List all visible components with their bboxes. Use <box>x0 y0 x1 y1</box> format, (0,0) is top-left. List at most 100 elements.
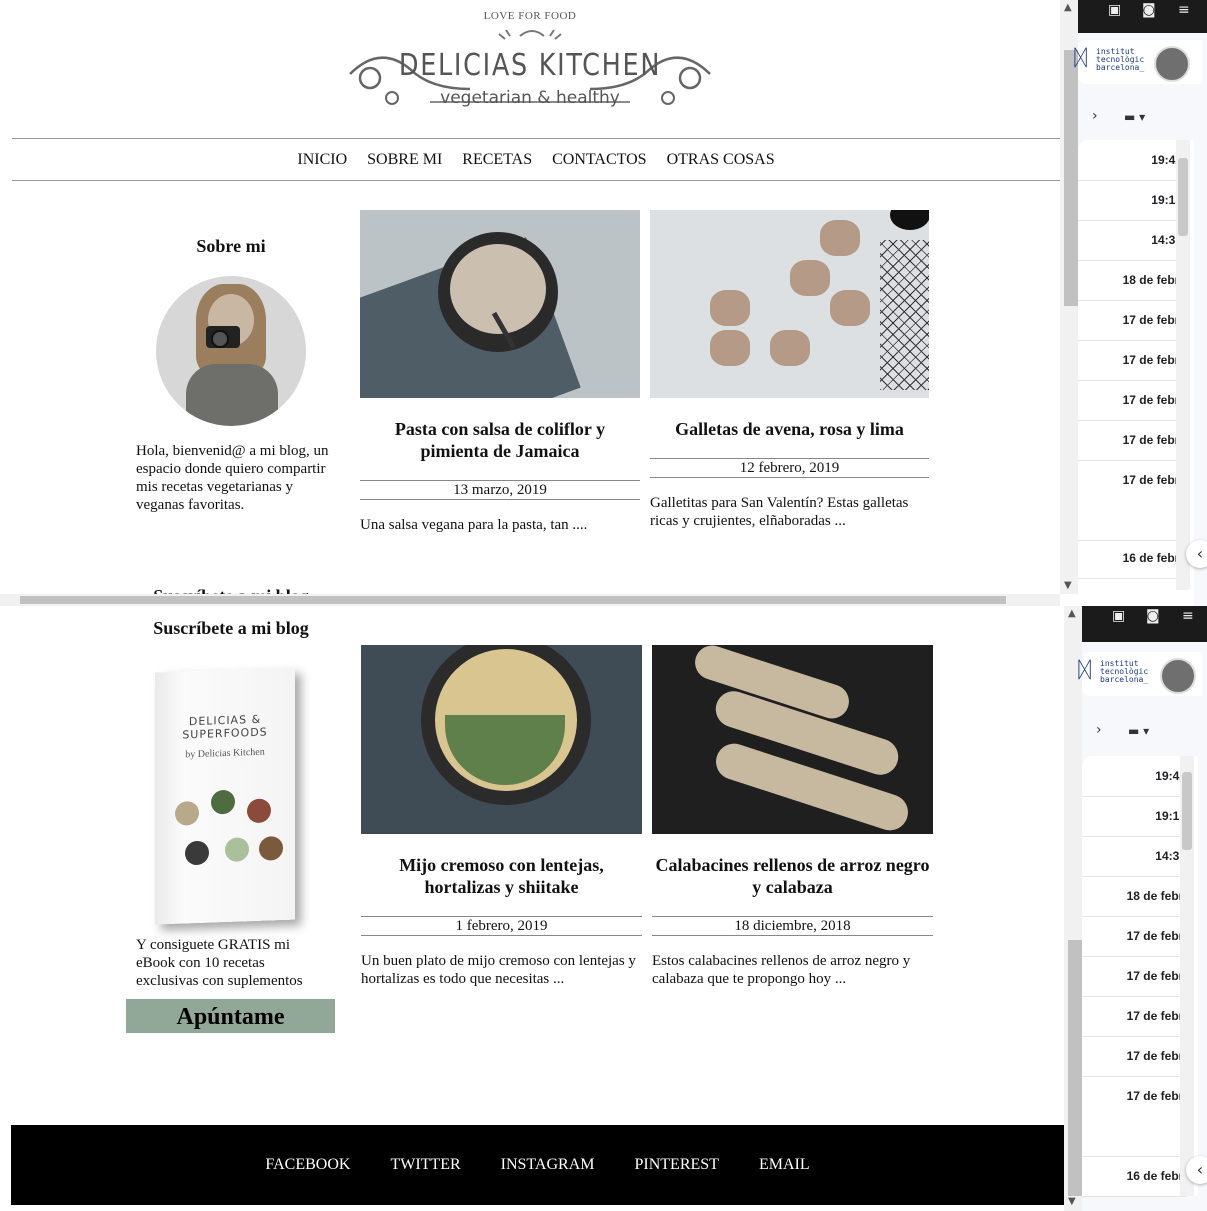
message-time[interactable]: 17 de febr. <box>1078 380 1182 421</box>
post-date: 13 marzo, 2019 <box>360 480 640 500</box>
scrollbar-thumb[interactable] <box>1064 50 1078 306</box>
message-time[interactable]: 19:15 <box>1082 796 1186 837</box>
scroll-up-arrow-icon[interactable]: ▲ <box>1068 608 1076 619</box>
message-time[interactable]: 17 de febr. <box>1082 916 1186 957</box>
post-date: 1 febrero, 2019 <box>361 916 642 936</box>
side-panel-scrollbar[interactable] <box>1176 140 1190 590</box>
org-name: institut tecnològic barcelona_ <box>1096 47 1145 72</box>
message-time[interactable]: 19:15 <box>1078 180 1182 221</box>
side-panel-scroll-thumb[interactable] <box>1182 772 1192 850</box>
reader-icon[interactable]: ◙ <box>1146 608 1160 624</box>
keyboard-icon[interactable]: ▬ ▾ <box>1128 724 1149 738</box>
footer-twitter[interactable]: TWITTER <box>390 1156 460 1174</box>
post-date: 18 diciembre, 2018 <box>652 916 933 936</box>
message-time[interactable]: 14:31 <box>1078 220 1182 261</box>
logo-brand-name: DELICIAS KITCHEN <box>398 48 662 83</box>
reader-icon[interactable]: ◙ <box>1142 2 1156 18</box>
side-panel-scroll-thumb[interactable] <box>1178 158 1188 236</box>
side-panel-toolbar: ▣ ◙ ≡ <box>1082 606 1207 642</box>
ebook-cover[interactable]: DELICIAS & SUPERFOODS by Delicias Kitche… <box>155 667 295 925</box>
site-footer: FACEBOOK TWITTER INSTAGRAM PINTEREST EMA… <box>11 1125 1064 1205</box>
site-logo[interactable]: LOVE FOR FOOD DELICIAS KITCHEN vegetaria… <box>330 6 730 126</box>
post-title[interactable]: Mijo cremoso con lentejas, hortalizas y … <box>361 854 642 898</box>
itb-logo-icon: ᛞ <box>1074 46 1088 71</box>
subscribe-title: Suscríbete a mi blog <box>153 618 309 638</box>
message-time[interactable]: 18 de febr. <box>1082 876 1186 917</box>
page-vertical-scrollbar[interactable]: ▲ ▼ <box>1064 606 1082 1211</box>
keyboard-icon[interactable]: ▬ ▾ <box>1124 110 1145 124</box>
post-image-pasta[interactable] <box>360 210 640 398</box>
post-image-calabacines[interactable] <box>652 645 933 834</box>
footer-pinterest[interactable]: PINTEREST <box>634 1156 718 1174</box>
browser-window-top: LOVE FOR FOOD DELICIAS KITCHEN vegetaria… <box>0 0 1207 606</box>
message-time[interactable]: 17 de febr. <box>1082 1076 1186 1157</box>
post-excerpt: Una salsa vegana para la pasta, tan .... <box>360 517 588 533</box>
nav-inicio[interactable]: INICIO <box>297 151 347 169</box>
side-panel: ▣ ◙ ≡ ᛞ institut tecnològic barcelona_ ›… <box>1074 0 1207 606</box>
post-date: 12 febrero, 2019 <box>650 458 929 478</box>
post-excerpt: Galletitas para San Valentín? Estas gall… <box>650 495 909 529</box>
message-time[interactable]: 18 de febr. <box>1078 260 1182 301</box>
post-title[interactable]: Pasta con salsa de coliflor y pimienta d… <box>360 418 640 462</box>
nav-otras-cosas[interactable]: OTRAS COSAS <box>667 151 775 169</box>
message-time[interactable]: 16 de febr. <box>1078 538 1182 579</box>
about-title: Sobre mi <box>196 236 266 256</box>
side-panel: ▣ ◙ ≡ ᛞ institut tecnològic barcelona_ ›… <box>1078 606 1207 1211</box>
tab-icon[interactable]: ▣ <box>1108 2 1121 18</box>
post-title[interactable]: Calabacines rellenos de arroz negro y ca… <box>652 854 933 898</box>
org-name: institut tecnològic barcelona_ <box>1100 659 1149 684</box>
profile-avatar[interactable] <box>1154 46 1190 82</box>
ebook-text: Y consiguete GRATIS mi eBook con 10 rece… <box>136 937 303 989</box>
side-panel-toolbar: ▣ ◙ ≡ <box>1078 0 1207 33</box>
main-nav: INICIO SOBRE MI RECETAS CONTACTOS OTRAS … <box>12 138 1060 181</box>
nav-contactos[interactable]: CONTACTOS <box>552 151 646 169</box>
footer-email[interactable]: EMAIL <box>759 1156 810 1174</box>
profile-avatar[interactable] <box>1160 658 1196 694</box>
tab-icon[interactable]: ▣ <box>1112 608 1125 624</box>
message-time[interactable]: 17 de febr. <box>1078 420 1182 461</box>
hscroll-thumb[interactable] <box>20 596 1006 604</box>
collapse-panel-icon[interactable]: ‹ <box>1186 540 1207 568</box>
collapse-panel-icon[interactable]: ‹ <box>1186 1156 1207 1184</box>
footer-facebook[interactable]: FACEBOOK <box>265 1156 350 1174</box>
account-card: ᛞ institut tecnològic barcelona_ <box>1074 40 1202 84</box>
account-card: ᛞ institut tecnològic barcelona_ <box>1078 652 1202 696</box>
post-title[interactable]: Galletas de avena, rosa y lima <box>650 418 929 440</box>
chevron-right-icon[interactable]: › <box>1096 722 1102 738</box>
scroll-up-arrow-icon[interactable]: ▲ <box>1064 2 1072 13</box>
footer-instagram[interactable]: INSTAGRAM <box>501 1156 595 1174</box>
nav-sobre-mi[interactable]: SOBRE MI <box>367 151 442 169</box>
about-text: Hola, bienvenid@ a mi blog, un espacio d… <box>136 443 329 513</box>
message-time[interactable]: 17 de febr. <box>1082 956 1186 997</box>
blog-page: LOVE FOR FOOD DELICIAS KITCHEN vegetaria… <box>0 0 1060 606</box>
scrollbar-thumb[interactable] <box>1068 940 1082 1196</box>
message-time[interactable]: 17 de febr. <box>1082 996 1186 1037</box>
menu-icon[interactable]: ≡ <box>1178 2 1190 18</box>
message-time[interactable]: 17 de febr. <box>1078 300 1182 341</box>
nav-recetas[interactable]: RECETAS <box>462 151 532 169</box>
post-image-galletas[interactable] <box>650 210 929 398</box>
message-time[interactable]: 16 de febr. <box>1082 1156 1186 1197</box>
menu-icon[interactable]: ≡ <box>1182 608 1194 624</box>
side-panel-scrollbar[interactable] <box>1180 756 1194 1196</box>
itb-logo-icon: ᛞ <box>1078 658 1092 683</box>
message-time[interactable]: 17 de febr. <box>1082 1036 1186 1077</box>
post-image-mijo[interactable] <box>361 645 642 834</box>
message-time[interactable]: 19:42 <box>1082 756 1186 797</box>
post-excerpt: Un buen plato de mijo cremoso con lentej… <box>361 953 636 987</box>
chevron-right-icon[interactable]: › <box>1092 108 1098 124</box>
page-vertical-scrollbar[interactable]: ▲ ▼ <box>1060 0 1078 594</box>
scroll-down-arrow-icon[interactable]: ▼ <box>1064 580 1072 591</box>
blog-page: Suscríbete a mi blog DELICIAS & SUPERFOO… <box>0 606 1064 1211</box>
scroll-down-arrow-icon[interactable]: ▼ <box>1068 1196 1076 1207</box>
ebook-author: by Delicias Kitchen <box>185 746 265 761</box>
page-horizontal-scrollbar[interactable] <box>0 594 1060 606</box>
message-time[interactable]: 19:42 <box>1078 140 1182 181</box>
message-time[interactable]: 17 de febr. <box>1078 460 1182 541</box>
message-time[interactable]: 14:31 <box>1082 836 1186 877</box>
browser-window-bottom: Suscríbete a mi blog DELICIAS & SUPERFOO… <box>0 606 1207 1211</box>
ebook-title: DELICIAS & SUPERFOODS <box>182 712 268 742</box>
subscribe-button[interactable]: Apúntame <box>126 999 335 1033</box>
logo-tagline: vegetarian & healthy <box>440 88 620 108</box>
message-time[interactable]: 17 de febr. <box>1078 340 1182 381</box>
